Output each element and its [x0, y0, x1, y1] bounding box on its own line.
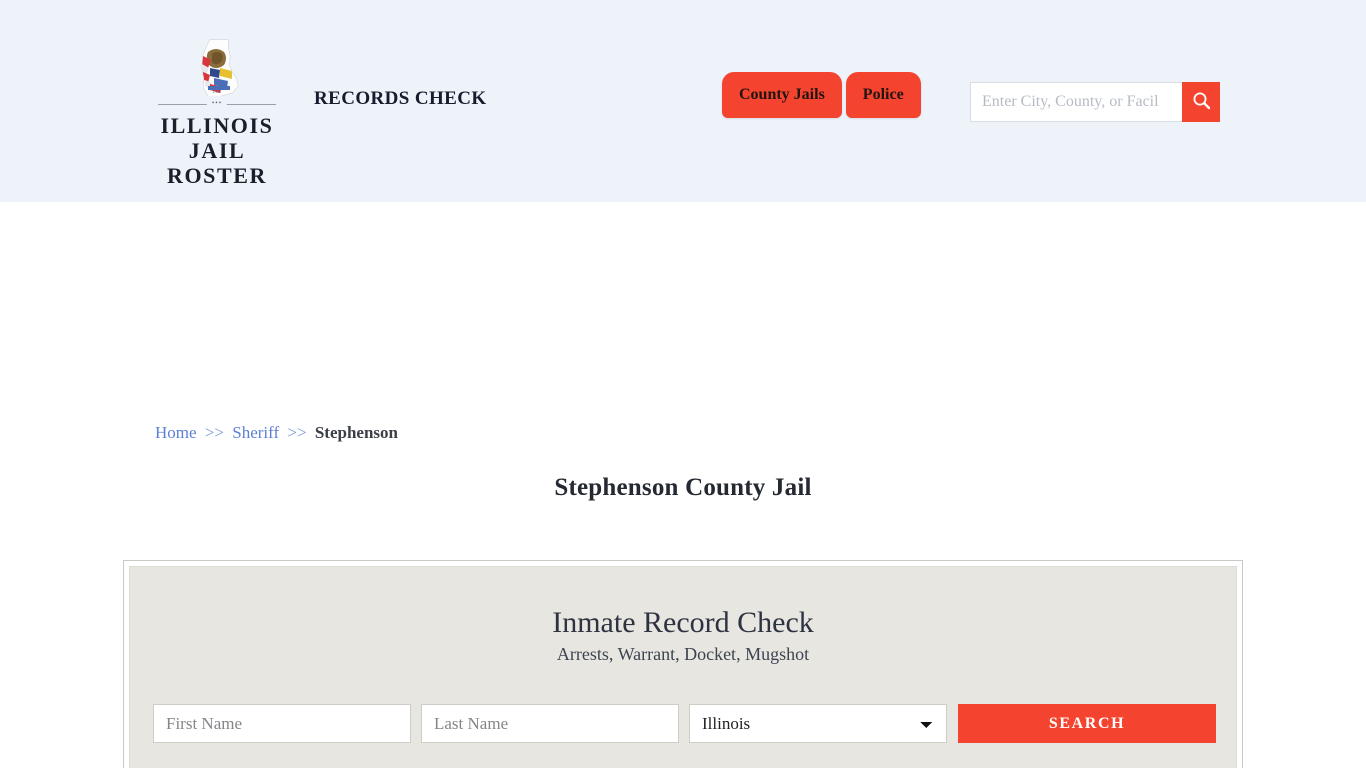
search-submit-button[interactable] [1182, 82, 1220, 122]
site-header: JAIL ILLINOIS JAIL ROSTER RECORDS CHECK … [0, 0, 1366, 202]
search-icon [1192, 91, 1211, 113]
breadcrumb-link-sheriff[interactable]: Sheriff [232, 423, 279, 442]
illinois-state-flag-icon: JAIL [184, 38, 250, 100]
nav-tab-police[interactable]: Police [845, 72, 921, 118]
breadcrumb-link-home[interactable]: Home [155, 423, 197, 442]
inmate-search-button[interactable]: SEARCH [958, 704, 1216, 743]
breadcrumb-current: Stephenson [314, 423, 398, 442]
first-name-input[interactable] [153, 704, 411, 743]
inmate-record-check-panel: Inmate Record Check Arrests, Warrant, Do… [123, 560, 1243, 768]
logo-divider [158, 104, 276, 105]
search-input[interactable] [970, 82, 1182, 122]
logo-line-2: JAIL ROSTER [166, 138, 268, 188]
breadcrumb-separator-1: >> [204, 423, 224, 442]
svg-text:JAIL: JAIL [213, 89, 222, 94]
site-logo[interactable]: JAIL ILLINOIS JAIL ROSTER [152, 38, 282, 188]
inmate-search-form: Illinois SEARCH [153, 704, 1236, 743]
panel-subtitle: Arrests, Warrant, Docket, Mugshot [556, 644, 810, 664]
panel-title: Inmate Record Check [552, 606, 814, 639]
site-tagline: RECORDS CHECK [314, 88, 487, 109]
logo-line-1: ILLINOIS [160, 113, 274, 138]
page-title: Stephenson County Jail [554, 474, 812, 501]
breadcrumb: Home >> Sheriff >> Stephenson [155, 423, 398, 443]
header-search [970, 82, 1220, 122]
last-name-input[interactable] [421, 704, 679, 743]
breadcrumb-separator-2: >> [287, 423, 307, 442]
nav-tab-county-jails[interactable]: County Jails [722, 72, 842, 118]
state-select[interactable]: Illinois [689, 704, 947, 743]
primary-nav: County Jails Police [722, 72, 925, 118]
